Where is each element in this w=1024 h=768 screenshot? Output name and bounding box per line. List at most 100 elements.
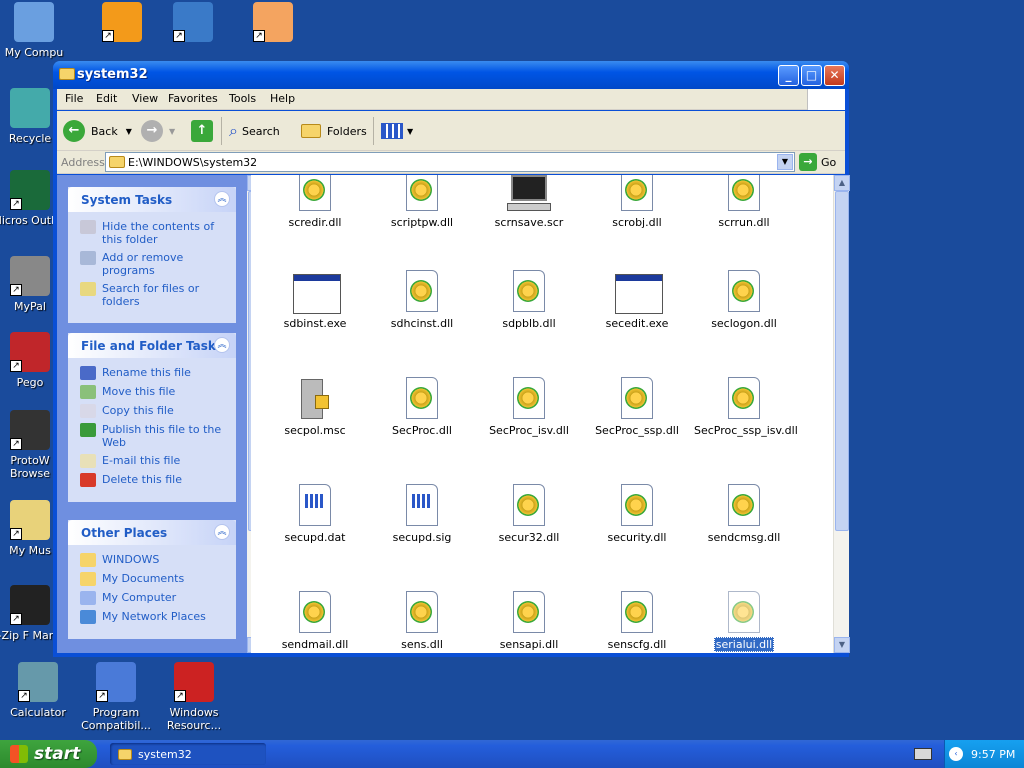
system-tasks-header[interactable]: System Tasks ︽: [68, 187, 236, 212]
address-dropdown-icon[interactable]: ▼: [777, 154, 793, 170]
desktop-icon[interactable]: ↗ Calculator: [0, 662, 78, 719]
other-places-item[interactable]: My Documents: [80, 572, 226, 586]
file-item[interactable]: secpol.msc: [265, 377, 365, 437]
desktop-icon[interactable]: ↗ Program Compatibil...: [76, 662, 156, 732]
file-name: sendcmsg.dll: [707, 531, 781, 544]
file-item[interactable]: sdbinst.exe: [265, 270, 365, 330]
pego-icon: ↗: [10, 332, 50, 372]
show-hidden-icons-button[interactable]: ‹: [949, 747, 963, 761]
file-item[interactable]: SecProc.dll: [372, 377, 472, 437]
file-item[interactable]: sendmail.dll: [265, 591, 365, 651]
file-item[interactable]: sensapi.dll: [479, 591, 579, 651]
file-item[interactable]: scrnsave.scr: [479, 175, 579, 229]
task-label: My Computer: [102, 591, 177, 604]
file-item[interactable]: SecProc_ssp.dll: [587, 377, 687, 437]
system-tasks-item[interactable]: Search for files or folders: [80, 282, 226, 308]
file-name: sdhcinst.dll: [390, 317, 454, 330]
file-item[interactable]: secur32.dll: [479, 484, 579, 544]
desktop-icon[interactable]: ↗: [233, 2, 313, 46]
menu-tools[interactable]: Tools: [229, 92, 256, 105]
file-name: secur32.dll: [498, 531, 560, 544]
back-button[interactable]: ← Back ▼: [63, 119, 132, 143]
file-item[interactable]: secupd.dat: [265, 484, 365, 544]
menu-favorites[interactable]: Favorites: [168, 92, 218, 105]
file-item[interactable]: scriptpw.dll: [372, 175, 472, 229]
file-tasks-item[interactable]: Delete this file: [80, 473, 226, 487]
file-item[interactable]: sdhcinst.dll: [372, 270, 472, 330]
menu-edit[interactable]: Edit: [96, 92, 117, 105]
file-tasks-item[interactable]: Rename this file: [80, 366, 226, 380]
other-places-item[interactable]: My Network Places: [80, 610, 226, 624]
desktop-icon[interactable]: ↗: [82, 2, 162, 46]
file-name: scredir.dll: [288, 216, 342, 229]
task-label: Hide the contents of this folder: [102, 220, 215, 246]
shortcut-arrow-icon: ↗: [96, 690, 108, 702]
forward-button[interactable]: → ▼: [141, 119, 175, 143]
file-item[interactable]: sdpblb.dll: [479, 270, 579, 330]
menu-view[interactable]: View: [132, 92, 158, 105]
shortcut-arrow-icon: ↗: [253, 30, 265, 42]
folders-button[interactable]: Folders: [301, 119, 367, 143]
file-item[interactable]: sens.dll: [372, 591, 472, 651]
file-tasks-header[interactable]: File and Folder Tasks ︽: [68, 333, 236, 358]
file-item[interactable]: SecProc_isv.dll: [479, 377, 579, 437]
file-tasks-item[interactable]: E-mail this file: [80, 454, 226, 468]
task-label: Rename this file: [102, 366, 191, 379]
title-bar[interactable]: system32 _ □ ✕: [53, 61, 849, 89]
start-button[interactable]: start: [0, 740, 97, 768]
file-list-scrollbar[interactable]: ▲ ▼: [833, 175, 850, 653]
menu-file[interactable]: File: [65, 92, 83, 105]
clock[interactable]: 9:57 PM: [971, 748, 1015, 761]
dll-file-icon: [619, 591, 655, 635]
file-item[interactable]: scredir.dll: [265, 175, 365, 229]
close-button[interactable]: ✕: [824, 65, 845, 86]
other-places-item[interactable]: WINDOWS: [80, 553, 226, 567]
go-button[interactable]: → Go: [799, 153, 836, 171]
scroll-up-icon[interactable]: ▲: [834, 175, 850, 191]
other-places-item[interactable]: My Computer: [80, 591, 226, 605]
scroll-thumb[interactable]: [835, 191, 849, 531]
file-tasks-item[interactable]: Publish this file to the Web: [80, 423, 226, 449]
file-name: secpol.msc: [284, 424, 346, 437]
dll-file-icon: [404, 175, 440, 213]
collapse-icon[interactable]: ︽: [214, 524, 230, 540]
desktop-icon[interactable]: ↗ Windows Resourc...: [154, 662, 234, 732]
file-item[interactable]: SecProc_ssp_isv.dll: [694, 377, 798, 437]
system-tasks-item[interactable]: Add or remove programs: [80, 251, 226, 277]
menu-help[interactable]: Help: [270, 92, 295, 105]
file-name: security.dll: [607, 531, 667, 544]
scroll-down-icon[interactable]: ▼: [834, 637, 850, 653]
keyboard-icon[interactable]: [914, 748, 932, 760]
file-item[interactable]: serialui.dll: [694, 591, 794, 652]
file-name: secupd.dat: [284, 531, 346, 544]
file-item[interactable]: secupd.sig: [372, 484, 472, 544]
dat-file-icon: [297, 484, 333, 528]
file-tasks-item[interactable]: Move this file: [80, 385, 226, 399]
collapse-icon[interactable]: ︽: [214, 191, 230, 207]
address-field[interactable]: E:\WINDOWS\system32 ▼: [105, 152, 795, 172]
up-folder-button[interactable]: ↑: [191, 119, 219, 143]
file-item[interactable]: scrrun.dll: [694, 175, 794, 229]
taskbar-item-system32[interactable]: system32: [110, 743, 266, 765]
views-button[interactable]: ▼: [381, 119, 413, 143]
maximize-button[interactable]: □: [801, 65, 822, 86]
file-tasks-item[interactable]: Copy this file: [80, 404, 226, 418]
file-item[interactable]: security.dll: [587, 484, 687, 544]
file-item[interactable]: scrobj.dll: [587, 175, 687, 229]
minimize-button[interactable]: _: [778, 65, 799, 86]
file-item[interactable]: senscfg.dll: [587, 591, 687, 651]
search-button[interactable]: ⌕ Search: [229, 119, 280, 143]
my-documents-icon: [80, 572, 96, 586]
dll-file-icon: [404, 591, 440, 635]
copy-icon: [80, 404, 96, 418]
shortcut-arrow-icon: ↗: [10, 528, 22, 540]
image-file-icon: ↗: [253, 2, 293, 42]
desktop-icon[interactable]: My Compu: [0, 2, 74, 59]
collapse-icon[interactable]: ︽: [214, 337, 230, 353]
desktop-icon[interactable]: ↗: [153, 2, 233, 46]
file-item[interactable]: seclogon.dll: [694, 270, 794, 330]
system-tasks-item[interactable]: Hide the contents of this folder: [80, 220, 226, 246]
file-item[interactable]: secedit.exe: [587, 270, 687, 330]
other-places-header[interactable]: Other Places ︽: [68, 520, 236, 545]
file-item[interactable]: sendcmsg.dll: [694, 484, 794, 544]
